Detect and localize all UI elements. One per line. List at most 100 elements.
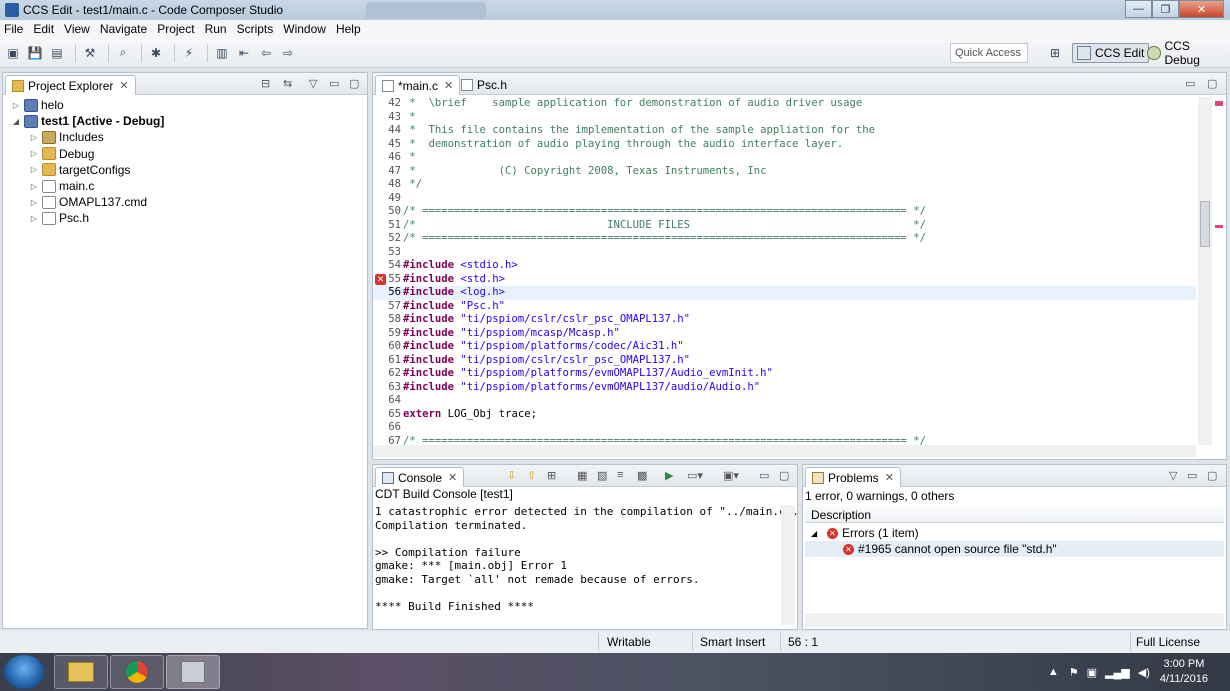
- tree-item[interactable]: ▷ targetConfigs: [3, 162, 367, 178]
- expand-arrow-icon[interactable]: ▷: [29, 165, 39, 174]
- minimize-view-icon[interactable]: ▭: [1185, 77, 1195, 90]
- code-line[interactable]: 56 #include <log.h>: [373, 286, 1196, 300]
- problems-horizontal-scrollbar[interactable]: [805, 613, 1224, 627]
- start-button[interactable]: [4, 655, 44, 689]
- build-hammer-icon[interactable]: ⚒: [81, 44, 99, 62]
- view-menu-icon[interactable]: ▽: [1169, 469, 1177, 482]
- expand-arrow-icon[interactable]: ▷: [29, 182, 39, 191]
- tab-main-c[interactable]: *main.c ✕: [375, 75, 461, 95]
- scroll-up-icon[interactable]: ⇧: [527, 469, 536, 482]
- code-line[interactable]: 65 extern LOG_Obj trace;: [373, 408, 1196, 422]
- paste-icon[interactable]: ▧: [597, 469, 607, 482]
- minimize-button[interactable]: —: [1125, 0, 1152, 18]
- copy-icon[interactable]: ▦: [577, 469, 587, 482]
- save-all-icon[interactable]: ▤: [48, 44, 66, 62]
- close-button[interactable]: ✕: [1179, 0, 1224, 18]
- maximize-view-icon[interactable]: ▢: [779, 469, 789, 482]
- minimize-view-icon[interactable]: ▭: [1187, 469, 1197, 482]
- menu-window[interactable]: Window: [283, 22, 326, 36]
- action-center-icon[interactable]: ⚑: [1069, 666, 1079, 679]
- close-icon[interactable]: ✕: [448, 471, 457, 484]
- license-status[interactable]: Full License: [1136, 635, 1200, 649]
- menu-navigate[interactable]: Navigate: [100, 22, 147, 36]
- code-line[interactable]: 53: [373, 246, 1196, 260]
- tab-project-explorer[interactable]: Project Explorer ✕: [5, 75, 136, 95]
- tree-item[interactable]: ▷ Debug: [3, 146, 367, 162]
- ccs-taskbar-icon[interactable]: [166, 655, 220, 689]
- code-line[interactable]: 46 *: [373, 151, 1196, 165]
- code-line[interactable]: 57 #include "Psc.h": [373, 300, 1196, 314]
- tree-item[interactable]: ▷ main.c: [3, 178, 367, 194]
- menu-run[interactable]: Run: [205, 22, 227, 36]
- code-editor[interactable]: 42 * \brief sample application for demon…: [373, 97, 1196, 455]
- search-icon[interactable]: ⌕: [114, 44, 132, 62]
- code-line[interactable]: 47 * (C) Copyright 2008, Texas Instrumen…: [373, 165, 1196, 179]
- close-icon[interactable]: ✕: [444, 79, 453, 92]
- console-scrollbar[interactable]: [781, 505, 795, 625]
- tab-problems[interactable]: Problems ✕: [805, 467, 901, 487]
- expand-arrow-icon[interactable]: ▷: [29, 214, 39, 223]
- new-console-icon[interactable]: ▣▾: [723, 469, 739, 482]
- collapse-all-icon[interactable]: ⊟: [261, 77, 270, 90]
- tab-console[interactable]: Console ✕: [375, 467, 465, 487]
- toggle-mark-icon[interactable]: ▥: [213, 44, 231, 62]
- close-icon[interactable]: ✕: [885, 471, 894, 484]
- view-menu-icon[interactable]: ▽: [309, 77, 317, 90]
- open-console-icon[interactable]: ▭▾: [687, 469, 703, 482]
- volume-icon[interactable]: ◀): [1138, 666, 1150, 679]
- clock[interactable]: 3:00 PM 4/11/2016: [1160, 657, 1208, 687]
- code-line[interactable]: 66: [373, 421, 1196, 435]
- code-line[interactable]: 64: [373, 394, 1196, 408]
- link-editor-icon[interactable]: ⇆: [283, 77, 292, 90]
- expand-arrow-icon[interactable]: ◢: [811, 529, 823, 538]
- maximize-view-icon[interactable]: ▢: [1207, 77, 1217, 90]
- tree-item[interactable]: ▷ Psc.h: [3, 210, 367, 226]
- show-hidden-icons-icon[interactable]: ▲: [1048, 666, 1059, 678]
- menu-view[interactable]: View: [64, 22, 90, 36]
- code-line[interactable]: 59 #include "ti/pspiom/mcasp/Mcasp.h": [373, 327, 1196, 341]
- code-line[interactable]: 54 #include <stdio.h>: [373, 259, 1196, 273]
- code-line[interactable]: 51/* INCLUDE FILES */: [373, 219, 1196, 233]
- file-explorer-taskbar-icon[interactable]: [54, 655, 108, 689]
- expand-arrow-icon[interactable]: ◢: [11, 117, 21, 126]
- display-selected-icon[interactable]: ▶: [665, 469, 673, 482]
- tab-psc-h[interactable]: Psc.h: [455, 75, 513, 95]
- word-wrap-icon[interactable]: ≡: [617, 469, 623, 481]
- menu-scripts[interactable]: Scripts: [237, 22, 274, 36]
- save-icon[interactable]: 💾: [26, 44, 44, 62]
- quick-access-input[interactable]: Quick Access: [950, 43, 1028, 63]
- editor-horizontal-scrollbar[interactable]: [373, 445, 1196, 457]
- scrollbar-thumb[interactable]: [1200, 201, 1210, 247]
- errors-group-row[interactable]: ◢ ✕ Errors (1 item): [805, 525, 1224, 541]
- code-line[interactable]: 43 *: [373, 111, 1196, 125]
- scroll-lock-icon[interactable]: ⇩: [507, 469, 516, 482]
- forward-arrow-icon[interactable]: ⇨: [279, 44, 297, 62]
- code-line[interactable]: 63 #include "ti/pspiom/platforms/evmOMAPL…: [373, 381, 1196, 395]
- menu-project[interactable]: Project: [157, 22, 194, 36]
- editor-vertical-scrollbar[interactable]: [1198, 97, 1212, 445]
- code-line[interactable]: 61 #include "ti/pspiom/cslr/cslr_psc_OMAP…: [373, 354, 1196, 368]
- expand-arrow-icon[interactable]: ▷: [29, 198, 39, 207]
- close-icon[interactable]: ✕: [119, 79, 128, 92]
- expand-arrow-icon[interactable]: ▷: [29, 149, 39, 158]
- minimize-view-icon[interactable]: ▭: [759, 469, 769, 482]
- tree-item[interactable]: ◢ test1 [Active - Debug]: [3, 113, 367, 129]
- back-arrow-icon[interactable]: ⇦: [257, 44, 275, 62]
- clear-console-icon[interactable]: ▩: [637, 469, 647, 482]
- usb-icon[interactable]: ▣: [1087, 666, 1097, 679]
- maximize-view-icon[interactable]: ▢: [1207, 469, 1217, 482]
- maximize-view-icon[interactable]: ▢: [349, 77, 359, 90]
- tree-item[interactable]: ▷ helo: [3, 97, 367, 113]
- code-line[interactable]: 60 #include "ti/pspiom/platforms/codec/Ai…: [373, 340, 1196, 354]
- error-marker-icon[interactable]: ✕: [375, 273, 386, 285]
- code-line[interactable]: 45 * demonstration of audio playing thro…: [373, 138, 1196, 152]
- minimize-view-icon[interactable]: ▭: [329, 77, 339, 90]
- code-line[interactable]: 62 #include "ti/pspiom/platforms/evmOMAPL…: [373, 367, 1196, 381]
- code-line[interactable]: 42 * \brief sample application for demon…: [373, 97, 1196, 111]
- code-line[interactable]: 58 #include "ti/pspiom/cslr/cslr_psc_OMAP…: [373, 313, 1196, 327]
- expand-arrow-icon[interactable]: ▷: [29, 133, 39, 142]
- tree-item[interactable]: ▷ OMAPL137.cmd: [3, 194, 367, 210]
- network-icon[interactable]: ▂▄▆: [1105, 666, 1130, 679]
- open-perspective-icon[interactable]: ⊞: [1046, 44, 1064, 62]
- debug-bug-icon[interactable]: ✱: [147, 44, 165, 62]
